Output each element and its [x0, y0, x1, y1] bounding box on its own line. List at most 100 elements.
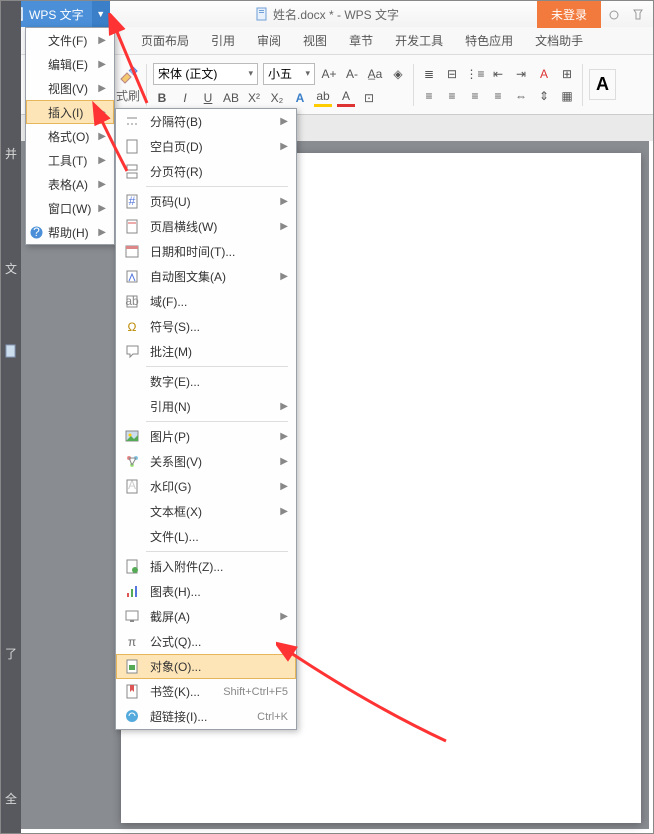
justify-icon[interactable]: ≡	[489, 87, 507, 105]
submenu-item[interactable]: 自动图文集(A)▶	[116, 264, 296, 289]
submenu-item[interactable]: 引用(N)▶	[116, 394, 296, 419]
char-a-icon[interactable]: A	[535, 65, 553, 83]
distribute-icon[interactable]: ⇔	[512, 87, 530, 105]
separator	[413, 64, 414, 106]
bullets-icon[interactable]: ≣	[420, 65, 438, 83]
grow-font-icon[interactable]: A+	[320, 65, 338, 83]
submenu-item[interactable]: 数字(E)...	[116, 369, 296, 394]
submenu-item[interactable]: ab域(F)...	[116, 289, 296, 314]
strike-icon[interactable]: AB	[222, 89, 240, 107]
underline-icon[interactable]: U	[199, 89, 217, 107]
font-size-select[interactable]: 小五▾	[263, 63, 315, 85]
doc-icon	[255, 7, 269, 21]
blank-icon	[124, 399, 140, 415]
numbering-icon[interactable]: ⊟	[443, 65, 461, 83]
submenu-arrow-icon: ▶	[280, 506, 288, 517]
strip-text: 并	[1, 141, 21, 166]
submenu-item[interactable]: 文件(L)...	[116, 524, 296, 549]
ribbon-tab[interactable]: 特色应用	[455, 27, 523, 54]
skin-icon[interactable]	[627, 3, 649, 25]
help-icon: ?	[30, 226, 43, 239]
attach-icon	[124, 559, 140, 575]
ribbon-tab[interactable]: 审阅	[247, 27, 291, 54]
submenu-item[interactable]: π公式(Q)...	[116, 629, 296, 654]
submenu-item[interactable]: 超链接(I)...Ctrl+K	[116, 704, 296, 729]
chevron-down-icon: ▾	[305, 68, 310, 79]
submenu-item[interactable]: 空白页(D)▶	[116, 134, 296, 159]
menu-item[interactable]: ?帮助(H)▶	[26, 220, 114, 244]
shrink-font-icon[interactable]: A-	[343, 65, 361, 83]
superscript-icon[interactable]: X²	[245, 89, 263, 107]
annotation-arrow-icon	[97, 13, 157, 113]
menu-separator	[146, 421, 288, 422]
submenu-arrow-icon: ▶	[280, 116, 288, 127]
submenu-item[interactable]: 图片(P)▶	[116, 424, 296, 449]
submenu-arrow-icon: ▶	[98, 203, 106, 214]
page-icon[interactable]	[1, 341, 21, 361]
submenu-item[interactable]: A水印(G)▶	[116, 474, 296, 499]
submenu-arrow-icon: ▶	[280, 221, 288, 232]
submenu-item[interactable]: 截屏(A)▶	[116, 604, 296, 629]
blank-icon	[124, 504, 140, 520]
blank-icon	[124, 374, 140, 390]
char-border-icon[interactable]: ⊡	[360, 89, 378, 107]
separator	[582, 64, 583, 106]
datetime-icon	[124, 244, 140, 260]
change-case-icon[interactable]: A̲a	[366, 65, 384, 83]
font-name-select[interactable]: 宋体 (正文)▾	[153, 63, 258, 85]
ribbon-tab[interactable]: 开发工具	[385, 27, 453, 54]
pagenum-icon: #	[124, 194, 140, 210]
submenu-item[interactable]: 页眉横线(W)▶	[116, 214, 296, 239]
subscript-icon[interactable]: X₂	[268, 89, 286, 107]
text-color-icon[interactable]: A	[337, 89, 355, 107]
ribbon-tab[interactable]: 引用	[201, 27, 245, 54]
styles-a[interactable]: A	[589, 69, 616, 100]
outdent-icon[interactable]: ⇤	[489, 65, 507, 83]
submenu-arrow-icon: ▶	[98, 227, 106, 238]
pic-icon	[124, 429, 140, 445]
submenu-item[interactable]: Ω符号(S)...	[116, 314, 296, 339]
line-spacing-icon[interactable]: ⇕	[535, 87, 553, 105]
menu-item[interactable]: 窗口(W)▶	[26, 196, 114, 220]
align-center-icon[interactable]: ≡	[443, 87, 461, 105]
water-icon: A	[124, 479, 140, 495]
submenu-item[interactable]: #页码(U)▶	[116, 189, 296, 214]
indent-icon[interactable]: ⇥	[512, 65, 530, 83]
borders-icon[interactable]: ▦	[558, 87, 576, 105]
submenu-item[interactable]: 批注(M)	[116, 339, 296, 364]
submenu-item[interactable]: 日期和时间(T)...	[116, 239, 296, 264]
align-right-icon[interactable]: ≡	[466, 87, 484, 105]
menu-separator	[146, 366, 288, 367]
formula-icon: π	[124, 634, 140, 650]
symbol-icon: Ω	[124, 319, 140, 335]
submenu-item[interactable]: 对象(O)...	[116, 654, 296, 679]
submenu-arrow-icon: ▶	[280, 431, 288, 442]
font-color-icon[interactable]: A	[291, 89, 309, 107]
svg-text:#: #	[129, 194, 136, 208]
strip-text: 文	[1, 256, 21, 281]
submenu-item[interactable]: 书签(K)...Shift+Ctrl+F5	[116, 679, 296, 704]
submenu-item[interactable]: 图表(H)...	[116, 579, 296, 604]
submenu-item[interactable]: 关系图(V)▶	[116, 449, 296, 474]
submenu-item[interactable]: 插入附件(Z)...	[116, 554, 296, 579]
gridlines-icon[interactable]: ⊞	[558, 65, 576, 83]
blank-icon	[124, 529, 140, 545]
strip-text: 全	[1, 786, 21, 811]
multilevel-icon[interactable]: ⋮≡	[466, 65, 484, 83]
italic-icon[interactable]: I	[176, 89, 194, 107]
submenu-item[interactable]: 文本框(X)▶	[116, 499, 296, 524]
highlight-icon[interactable]: ab	[314, 89, 332, 107]
chart-icon	[124, 584, 140, 600]
clear-format-icon[interactable]: ◈	[389, 65, 407, 83]
menu-separator	[146, 551, 288, 552]
align-left-icon[interactable]: ≡	[420, 87, 438, 105]
cloud-icon[interactable]	[603, 3, 625, 25]
ribbon-tab[interactable]: 文档助手	[525, 27, 593, 54]
ribbon-tab[interactable]: 章节	[339, 27, 383, 54]
para-group: ≣ ⊟ ⋮≡ ⇤ ⇥ A ⊞ ≡ ≡ ≡ ≡ ⇔ ⇕ ▦	[420, 65, 576, 105]
login-button[interactable]: 未登录	[537, 1, 601, 28]
submenu-item[interactable]: 分页符(R)	[116, 159, 296, 184]
ribbon-tab[interactable]: 视图	[293, 27, 337, 54]
chevron-down-icon: ▾	[248, 68, 253, 79]
submenu-arrow-icon: ▶	[280, 271, 288, 282]
